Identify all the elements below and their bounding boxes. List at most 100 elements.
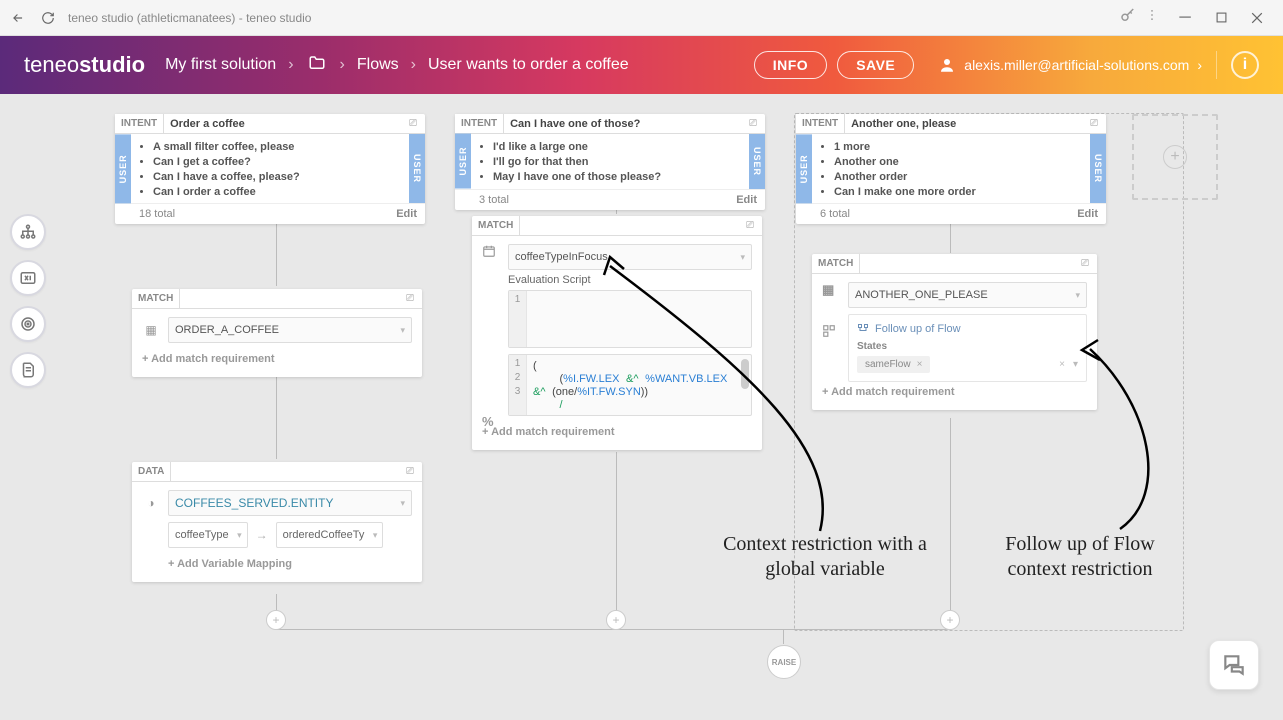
logo: teneostudio (24, 52, 145, 78)
user-stripe: USER (796, 134, 812, 203)
chevron-right-icon: › (1197, 57, 1202, 73)
back-icon[interactable] (8, 8, 28, 28)
left-toolbar (10, 214, 46, 388)
user-stripe: USER (455, 134, 471, 189)
more-icon[interactable] (1145, 8, 1159, 27)
annotation-arrow (590, 251, 840, 541)
refresh-icon[interactable] (38, 8, 58, 28)
intent-examples: A small filter coffee, please Can I get … (131, 134, 409, 203)
crumb-flows[interactable]: Flows (357, 56, 399, 74)
annotation-text: Follow up of Flow context restriction (975, 532, 1185, 582)
sliders-icon[interactable]: ⎚ (741, 118, 765, 129)
intent-title: Can I have one of those? (504, 118, 741, 130)
breadcrumb: My first solution › › Flows › User wants… (165, 54, 754, 77)
sliders-icon[interactable]: ⎚ (1073, 258, 1097, 269)
annotation-arrow (1070, 334, 1190, 534)
chevron-down-icon: ▾ (373, 530, 378, 541)
edit-button[interactable]: Edit (396, 208, 417, 220)
match-tag: MATCH (472, 216, 520, 235)
user-stripe: USER (409, 134, 425, 203)
intent-card-3[interactable]: INTENT Another one, please ⎚ USER 1 more… (796, 114, 1106, 224)
intent-title: Order a coffee (164, 118, 401, 130)
target-icon[interactable] (10, 306, 46, 342)
key-icon[interactable] (1119, 6, 1137, 29)
intent-card-1[interactable]: INTENT Order a coffee ⎚ USER A small fil… (115, 114, 425, 224)
separator (1216, 51, 1217, 79)
intent-card-2[interactable]: INTENT Can I have one of those? ⎚ USER I… (455, 114, 765, 210)
script-icon[interactable] (10, 352, 46, 388)
entity-icon: ◑ (142, 496, 160, 510)
variable-icon[interactable] (10, 260, 46, 296)
intent-total: 6 total (820, 208, 850, 220)
state-chip[interactable]: sameFlow× (857, 356, 930, 373)
add-match-requirement[interactable]: + Add match requirement (822, 382, 1087, 402)
context-panel: Follow up of Flow States sameFlow× × ▾ (848, 314, 1087, 382)
map-to-select[interactable]: orderedCoffeeTy▾ (276, 522, 384, 548)
intent-tag: INTENT (455, 114, 504, 133)
match-card-3[interactable]: MATCH ⎚ ▦ ANOTHER_ONE_PLEASE▾ Follow up … (812, 254, 1097, 410)
folder-icon[interactable] (306, 54, 328, 77)
crumb-current: User wants to order a coffee (428, 56, 629, 74)
edit-button[interactable]: Edit (1077, 208, 1098, 220)
chevron-right-icon: › (411, 56, 416, 74)
remove-chip-icon[interactable]: × (917, 359, 923, 370)
arrow-right-icon: → (256, 528, 268, 542)
intent-examples: I'd like a large one I'll go for that th… (471, 134, 749, 189)
annotation-text: Context restriction with a global variab… (705, 532, 945, 582)
user-email: alexis.miller@artificial-solutions.com (964, 57, 1189, 73)
sliders-icon[interactable]: ⎚ (401, 118, 425, 129)
calendar-icon (482, 244, 496, 261)
info-button[interactable]: INFO (754, 51, 827, 79)
sliders-icon[interactable]: ⎚ (398, 466, 422, 477)
map-from-select[interactable]: coffeeType▾ (168, 522, 248, 548)
help-button[interactable]: i (1231, 51, 1259, 79)
sliders-icon[interactable]: ⎚ (738, 220, 762, 231)
chevron-down-icon: ▾ (237, 530, 242, 541)
match-card-1[interactable]: MATCH ⎚ ▦ ORDER_A_COFFEE▾ + Add match re… (132, 289, 422, 377)
window-title: teneo studio (athleticmanatees) - teneo … (68, 11, 1119, 25)
match-select[interactable]: ORDER_A_COFFEE▾ (168, 317, 412, 343)
user-stripe: USER (1090, 134, 1106, 203)
states-label: States (857, 341, 1078, 352)
tree-icon[interactable] (10, 214, 46, 250)
app-header: teneostudio My first solution › › Flows … (0, 36, 1283, 94)
entity-select[interactable]: COFFEES_SERVED.ENTITY▾ (168, 490, 412, 516)
match-tag: MATCH (132, 289, 180, 308)
add-node-button[interactable]: + (606, 610, 626, 630)
add-node-button[interactable]: + (266, 610, 286, 630)
match-select[interactable]: ANOTHER_ONE_PLEASE▾ (848, 282, 1087, 308)
titlebar: teneo studio (athleticmanatees) - teneo … (0, 0, 1283, 36)
intent-tag: INTENT (115, 114, 164, 133)
condition-icon: ▦ (142, 323, 160, 337)
close-button[interactable] (1239, 3, 1275, 33)
chat-button[interactable] (1209, 640, 1259, 690)
raise-node[interactable]: RAISE (767, 645, 801, 679)
followup-header: Follow up of Flow (857, 323, 1078, 335)
sliders-icon[interactable]: ⎚ (398, 293, 422, 304)
intent-tag: INTENT (796, 114, 845, 133)
add-match-requirement[interactable]: + Add match requirement (142, 349, 412, 369)
clear-icon[interactable]: × (1059, 359, 1065, 370)
sliders-icon[interactable]: ⎚ (1082, 118, 1106, 129)
data-card[interactable]: DATA ⎚ ◑ COFFEES_SERVED.ENTITY▾ coffeeTy… (132, 462, 422, 582)
percent-icon: % (482, 414, 494, 429)
chevron-down-icon: ▾ (400, 325, 405, 336)
chevron-down-icon: ▾ (1075, 290, 1080, 301)
maximize-button[interactable] (1203, 3, 1239, 33)
user-menu[interactable]: alexis.miller@artificial-solutions.com › (938, 56, 1202, 74)
flow-canvas[interactable]: ▾ ▾ ▾ ▾ ▾ + + + INTENT Order a coffee ⎚ … (0, 94, 1283, 720)
data-tag: DATA (132, 462, 171, 481)
chevron-right-icon: › (288, 56, 293, 74)
edit-button[interactable]: Edit (736, 194, 757, 206)
intent-total: 3 total (479, 194, 509, 206)
intent-total: 18 total (139, 208, 175, 220)
chevron-down-icon: ▾ (400, 498, 405, 509)
crumb-solution[interactable]: My first solution (165, 56, 276, 74)
intent-examples: 1 more Another one Another order Can I m… (812, 134, 1090, 203)
add-intent-button[interactable]: + (1132, 114, 1218, 200)
user-stripe: USER (115, 134, 131, 203)
minimize-button[interactable]: ─ (1167, 3, 1203, 33)
save-button[interactable]: SAVE (837, 51, 914, 79)
add-variable-mapping[interactable]: + Add Variable Mapping (168, 554, 412, 574)
user-stripe: USER (749, 134, 765, 189)
